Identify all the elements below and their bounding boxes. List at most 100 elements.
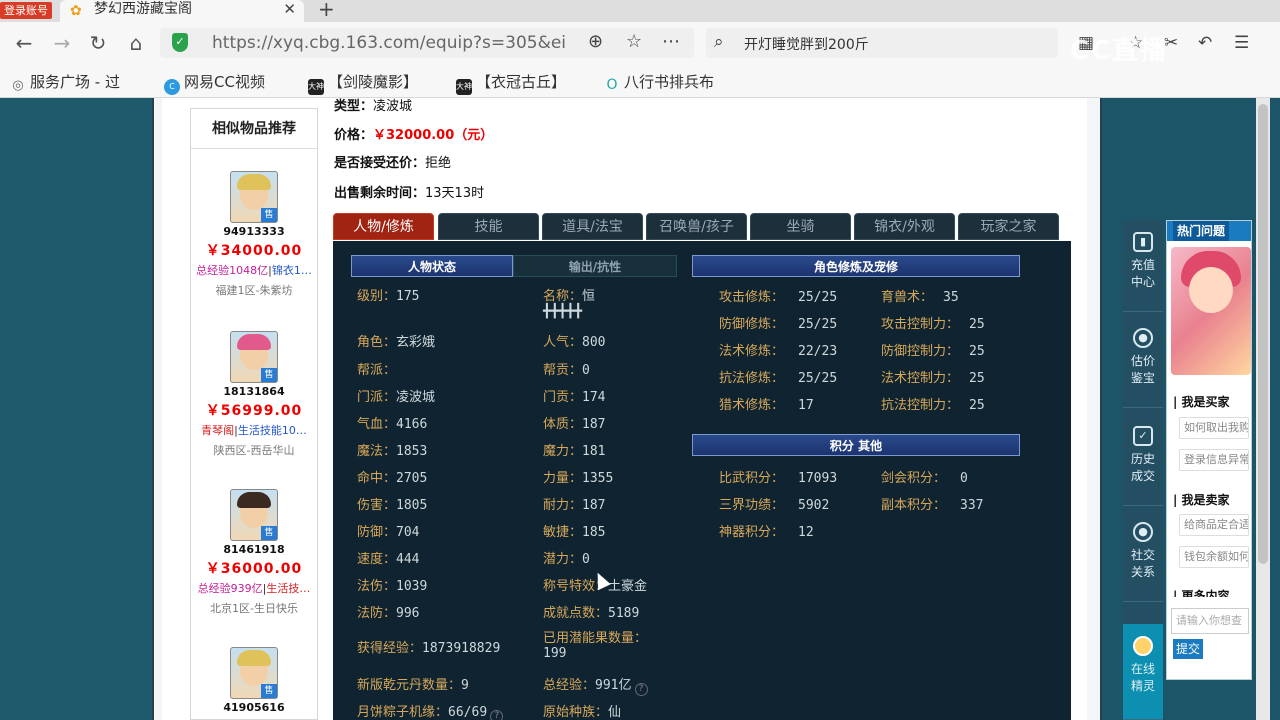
new-tab-button[interactable]: + [318, 0, 335, 21]
item-id[interactable]: 81461918 [191, 543, 317, 556]
help-icon[interactable]: ? [490, 710, 504, 720]
item-id[interactable]: 94913333 [191, 225, 317, 238]
tab-pets[interactable]: 召唤兽/孩子 [646, 213, 747, 240]
back-icon[interactable]: ← [12, 32, 36, 54]
page-scrollbar[interactable] [1256, 98, 1270, 720]
avatar[interactable]: 售 [230, 331, 278, 383]
tab-character[interactable]: 人物/修炼 [333, 213, 434, 240]
seller-question-1[interactable]: 给商品定合适 [1179, 514, 1249, 536]
tab-title: 梦幻西游藏宝阁 [94, 1, 192, 17]
tab-items[interactable]: 道具/法宝 [542, 213, 643, 240]
control-row: 抗法控制力： 25 [881, 398, 985, 413]
help-icon[interactable]: ? [634, 683, 648, 696]
tab-skills[interactable]: 技能 [438, 213, 539, 240]
stat-row: 级别：175 [357, 289, 420, 304]
item-id[interactable]: 18131864 [191, 385, 317, 398]
undo-icon[interactable]: ↶ [1198, 33, 1212, 53]
similar-item[interactable]: 售 81461918 ￥36000.00 总经验939亿|生活技… 北京1区-生… [191, 489, 317, 616]
sidebar-item-history[interactable]: ✓ 历史成交 [1123, 414, 1163, 506]
avatar[interactable]: 售 [230, 489, 278, 541]
address-bar[interactable]: ✓ https://xyq.cbg.163.com/equip?s=305&ei… [160, 28, 694, 58]
question-input[interactable]: 请输入你想查 [1171, 608, 1249, 634]
buyer-question-2[interactable]: 登录信息异常 [1179, 449, 1249, 471]
tab-hot-questions[interactable]: 热门问题 [1173, 221, 1230, 241]
bookmark-baxingshu[interactable]: O 八行书排兵布 [604, 71, 714, 93]
menu-icon[interactable]: ☰ [1234, 33, 1249, 53]
bargain-row: 是否接受还价：拒绝 [334, 156, 452, 171]
hot-questions-header: 热门问题 推 [1167, 221, 1251, 258]
remaining-time-row: 出售剩余时间：13天13时 [334, 186, 485, 201]
stat-row: 门贡：174 [543, 390, 606, 405]
stat-row: 法防：996 [357, 606, 420, 621]
item-server: 北京1区-生日快乐 [210, 602, 298, 615]
tab-mounts[interactable]: 坐骑 [750, 213, 851, 240]
seller-question-2[interactable]: 钱包余额如何 [1179, 546, 1249, 568]
qianyuan-row: 新版乾元丹数量：9 [357, 678, 469, 693]
forward-icon[interactable]: → [50, 32, 74, 54]
avatar[interactable]: 售 [230, 647, 278, 699]
stat-row: 潜力：0 [543, 552, 590, 567]
sidebar-item-recharge[interactable]: ▮ 充值中心 [1123, 220, 1163, 312]
stat-row: 帮贡：0 [543, 363, 590, 378]
tab-outfits[interactable]: 锦衣/外观 [854, 213, 955, 240]
stat-row: 法伤：1039 [357, 579, 428, 594]
login-badge[interactable]: 登录账号 [0, 2, 52, 19]
race-row: 原始种族：仙 [543, 705, 622, 720]
item-server: 福建1区-朱紫坊 [215, 284, 293, 297]
stat-row: 人气：800 [543, 335, 606, 350]
similar-item[interactable]: 售 18131864 ￥56999.00 青琴阁|生活技能10… 陕西区-西岳华… [191, 331, 317, 458]
stat-row: 敏捷：185 [543, 525, 606, 540]
search-box[interactable]: ⌕ 开灯睡觉胖到200斤 [706, 28, 1058, 58]
similar-items-title: 相似物品推荐 [191, 109, 317, 149]
buyer-question-1[interactable]: 如何取出我购 [1179, 417, 1249, 439]
sidebar-item-appraise[interactable]: ● 估价鉴宝 [1123, 316, 1163, 408]
status-section-tab[interactable]: 人物状态 [351, 255, 513, 277]
item-tags: 总经验939亿|生活技… [197, 582, 311, 595]
scrollbar-thumb[interactable] [1258, 104, 1268, 564]
sidebar-item-assistant[interactable]: 在线精灵 [1123, 624, 1163, 720]
tab-home[interactable]: 玩家之家 [958, 213, 1059, 240]
control-row: 攻击控制力： 25 [881, 317, 985, 332]
social-icon: ● [1133, 522, 1153, 542]
browser-tab[interactable]: ✿ 梦幻西游藏宝阁 ✕ [60, 0, 304, 22]
tab-close-icon[interactable]: ✕ [283, 0, 296, 18]
secure-shield-icon: ✓ [172, 33, 188, 52]
page-left-background [0, 98, 152, 720]
submit-button[interactable]: 提交 [1173, 639, 1203, 659]
o-icon: O [606, 77, 618, 93]
cultivation-row: 防御修炼： 25/25 [719, 317, 838, 332]
points-row: 神器积分： 12 [719, 525, 814, 540]
search-icon: ⌕ [714, 32, 724, 52]
item-id[interactable]: 41905616 [191, 701, 317, 714]
stat-row: 门派：凌波城 [357, 390, 436, 405]
character-panel: 人物状态 输出/抗性 角色修炼及宠修 积分 其他 级别：175 角色：玄彩娥 帮派：… [333, 241, 1071, 720]
similar-item[interactable]: 售 94913333 ￥34000.00 总经验1048亿|锦衣1… 福建1区-… [191, 171, 317, 298]
bookmark-star-icon[interactable]: ☆ [626, 31, 642, 52]
more-heading: | 更多内容 [1173, 589, 1230, 597]
bookmark-yiguan[interactable]: 大神 【衣冠古丘】 [456, 71, 566, 95]
stat-row: 帮派： [357, 363, 397, 378]
stat-row: 魔法：1853 [357, 444, 428, 459]
cultivation-row: 攻击修炼： 25/25 [719, 290, 838, 305]
home-icon[interactable]: ⌂ [124, 32, 148, 54]
bookmark-cc[interactable]: C 网易CC视频 [164, 71, 265, 95]
bookmark-service[interactable]: ◎ 服务广场 - 过 [10, 71, 120, 94]
bookmark-jianling[interactable]: 大神 【剑陵魔影】 [308, 71, 418, 95]
output-section-tab[interactable]: 输出/抗性 [513, 255, 677, 277]
sidebar-item-social[interactable]: ● 社交关系 [1123, 510, 1163, 602]
cultivation-row: 抗法修炼： 25/25 [719, 371, 838, 386]
item-server: 陕西区-西岳华山 [213, 444, 295, 457]
type-row: 类型：凌波城 [334, 99, 413, 114]
stat-row: 魔力：181 [543, 444, 606, 459]
similar-item[interactable]: 售 41905616 [191, 647, 317, 714]
search-text[interactable]: 开灯睡觉胖到200斤 [744, 34, 869, 54]
avatar[interactable]: 售 [230, 171, 278, 223]
item-price: ￥56999.00 [205, 403, 303, 419]
url-text[interactable]: https://xyq.cbg.163.com/equip?s=305&ei [212, 33, 566, 53]
reload-icon[interactable]: ↻ [86, 32, 110, 54]
appraise-icon: ● [1133, 328, 1153, 348]
points-row: 比武积分： 17093 [719, 471, 838, 486]
more-icon[interactable]: ⋯ [662, 31, 680, 52]
zoom-icon[interactable]: ⊕ [588, 31, 603, 52]
service-sidebar: ▮ 充值中心 ● 估价鉴宝 ✓ 历史成交 ● 社交关系 在线精灵 [1123, 220, 1163, 720]
